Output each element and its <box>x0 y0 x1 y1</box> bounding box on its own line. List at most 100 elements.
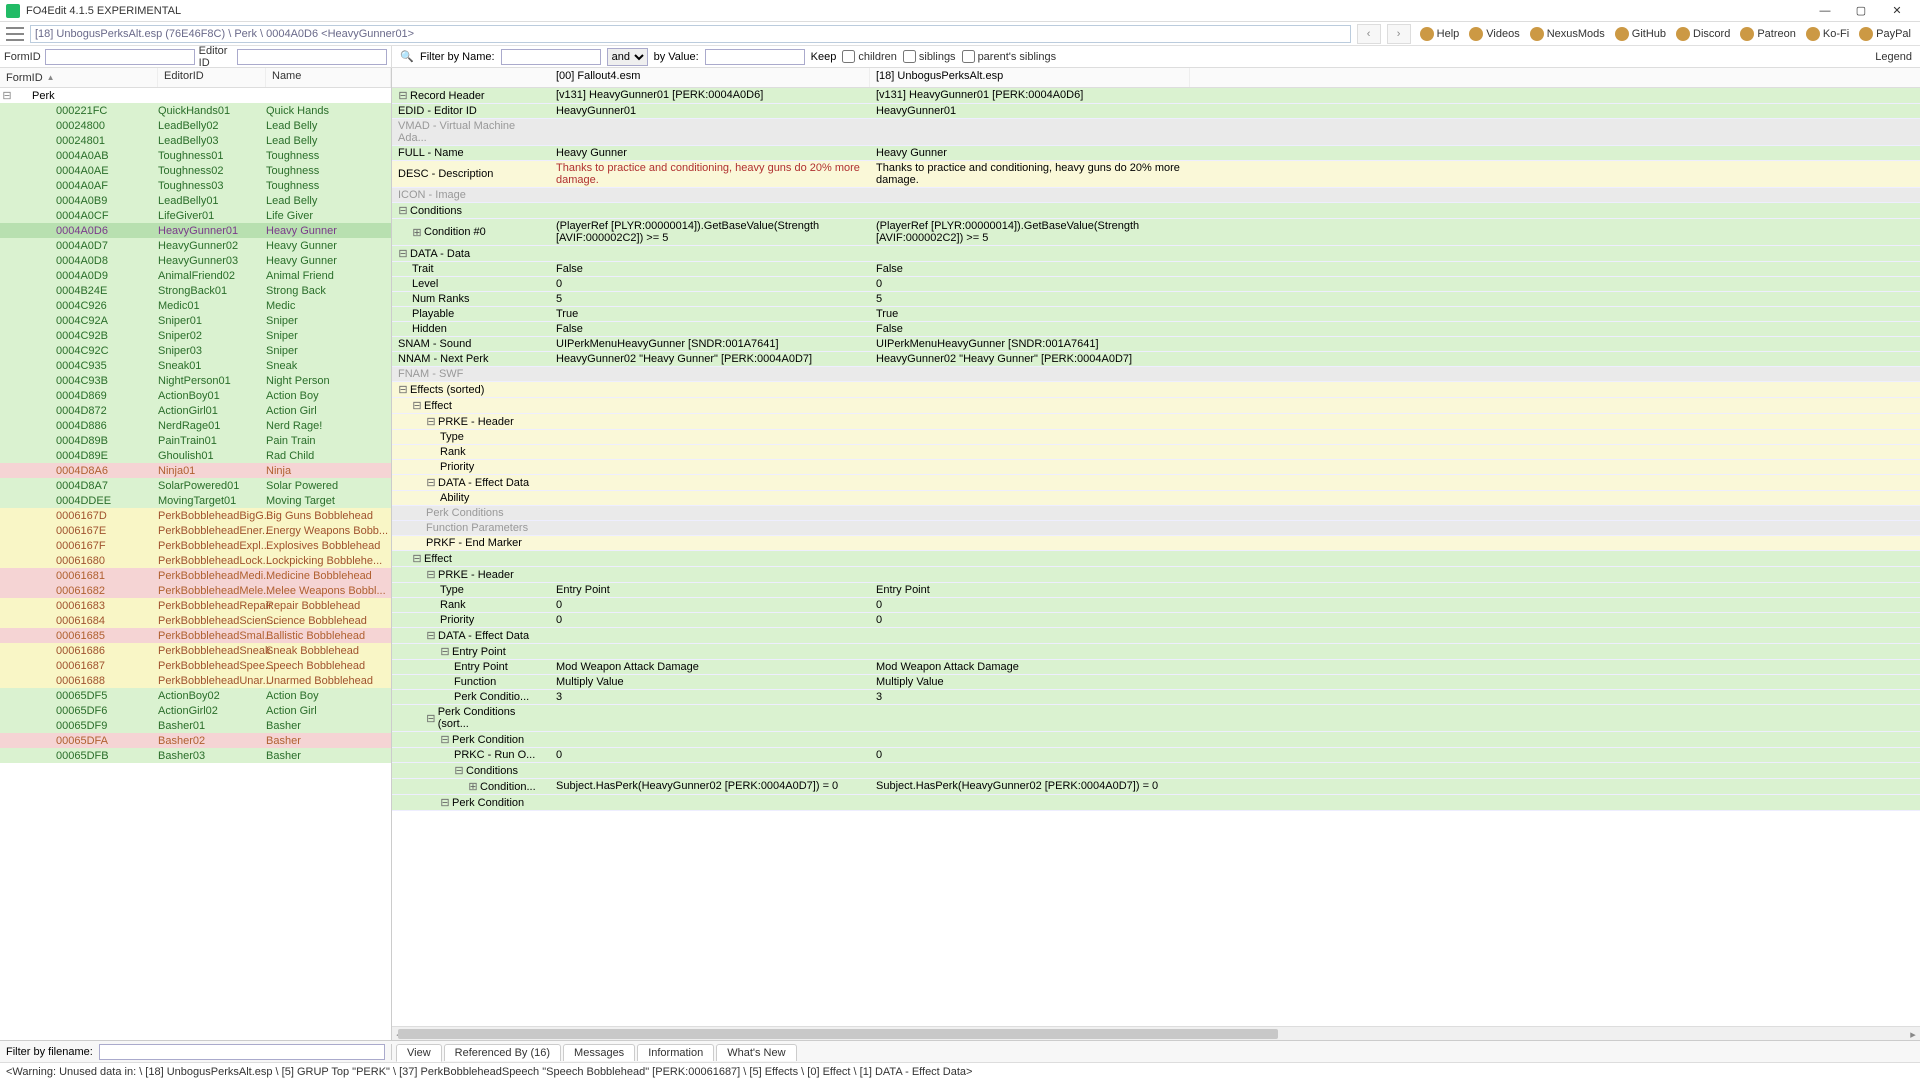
tree-row[interactable]: 0004A0D7HeavyGunner02Heavy Gunner <box>0 238 391 253</box>
toggle-icon[interactable]: ⊟ <box>398 89 408 102</box>
keep-parentsib-chk[interactable] <box>962 50 975 63</box>
grid-row[interactable]: ⊟Conditions <box>392 203 1920 219</box>
toggle-icon[interactable]: ⊟ <box>426 629 436 642</box>
grid-row[interactable]: ⊟Perk Condition <box>392 732 1920 748</box>
menu-icon[interactable] <box>6 27 24 41</box>
grid-row[interactable]: ⊞Condition...Subject.HasPerk(HeavyGunner… <box>392 779 1920 795</box>
tree-row[interactable]: 0004C926Medic01Medic <box>0 298 391 313</box>
tree-row[interactable]: 00061680PerkBobbleheadLock...Lockpicking… <box>0 553 391 568</box>
filter-filename-input[interactable] <box>99 1044 385 1060</box>
legend-button[interactable]: Legend <box>1875 51 1912 63</box>
grid-row[interactable]: Entry PointMod Weapon Attack DamageMod W… <box>392 660 1920 675</box>
grid-row[interactable]: PlayableTrueTrue <box>392 307 1920 322</box>
link-github[interactable]: GitHub <box>1612 27 1669 41</box>
nav-back-button[interactable]: ‹ <box>1357 24 1381 44</box>
tab-messages[interactable]: Messages <box>563 1044 635 1061</box>
toggle-icon[interactable]: ⊟ <box>398 204 408 217</box>
grid-row[interactable]: ⊟Effect <box>392 398 1920 414</box>
grid-row[interactable]: ⊟Effects (sorted) <box>392 382 1920 398</box>
grid-row[interactable]: NNAM - Next PerkHeavyGunner02 "Heavy Gun… <box>392 352 1920 367</box>
tree-row[interactable]: 00061687PerkBobbleheadSpee...Speech Bobb… <box>0 658 391 673</box>
grid-row[interactable]: ⊞Condition #0(PlayerRef [PLYR:00000014])… <box>392 219 1920 246</box>
filter-op-select[interactable]: and <box>607 48 648 66</box>
grid-row[interactable]: Perk Conditions <box>392 506 1920 521</box>
toggle-icon[interactable]: ⊟ <box>454 764 464 777</box>
tree-row[interactable]: 0004D872ActionGirl01Action Girl <box>0 403 391 418</box>
grid-row[interactable]: ⊟PRKE - Header <box>392 414 1920 430</box>
col-editorid[interactable]: EditorID <box>158 68 266 87</box>
tree-row[interactable]: 0004D869ActionBoy01Action Boy <box>0 388 391 403</box>
tree-row[interactable]: 0004D8A7SolarPowered01Solar Powered <box>0 478 391 493</box>
tree-row[interactable]: 0004A0D6HeavyGunner01Heavy Gunner <box>0 223 391 238</box>
grid-row[interactable]: Type <box>392 430 1920 445</box>
toggle-icon[interactable]: ⊟ <box>412 399 422 412</box>
grid-row[interactable]: Rank <box>392 445 1920 460</box>
grid-row[interactable]: Level00 <box>392 277 1920 292</box>
scroll-right-icon[interactable]: ▸ <box>1906 1027 1920 1041</box>
grid-row[interactable]: VMAD - Virtual Machine Ada... <box>392 119 1920 146</box>
tree-row[interactable]: 00061683PerkBobbleheadRepairRepair Bobbl… <box>0 598 391 613</box>
grid-row[interactable]: ⊟Entry Point <box>392 644 1920 660</box>
grid-row[interactable]: TypeEntry PointEntry Point <box>392 583 1920 598</box>
grid-row[interactable]: HiddenFalseFalse <box>392 322 1920 337</box>
grid-row[interactable]: ⊟DATA - Effect Data <box>392 475 1920 491</box>
minimize-button[interactable]: — <box>1808 1 1842 21</box>
tree-row[interactable]: 00061685PerkBobbleheadSmal...Ballistic B… <box>0 628 391 643</box>
tree-row[interactable]: 00061686PerkBobbleheadSneakSneak Bobbleh… <box>0 643 391 658</box>
tree-row[interactable]: 00065DF9Basher01Basher <box>0 718 391 733</box>
tree-row[interactable]: 0004C92BSniper02Sniper <box>0 328 391 343</box>
tab-view[interactable]: View <box>396 1044 442 1062</box>
grid-row[interactable]: FunctionMultiply ValueMultiply Value <box>392 675 1920 690</box>
grid-row[interactable]: ICON - Image <box>392 188 1920 203</box>
tree-row[interactable]: 0004C935Sneak01Sneak <box>0 358 391 373</box>
tree-row[interactable]: 0004A0ABToughness01Toughness <box>0 148 391 163</box>
grid-row[interactable]: ⊟Conditions <box>392 763 1920 779</box>
toggle-icon[interactable]: ⊟ <box>426 568 436 581</box>
tree-row[interactable]: 0006167DPerkBobbleheadBigG...Big Guns Bo… <box>0 508 391 523</box>
toggle-icon[interactable]: ⊟ <box>426 415 436 428</box>
scroll-thumb[interactable] <box>398 1029 1278 1039</box>
grid-row[interactable]: ⊟DATA - Data <box>392 246 1920 262</box>
tree-row[interactable]: 00024800LeadBelly02Lead Belly <box>0 118 391 133</box>
tree-row[interactable]: 000221FCQuickHands01Quick Hands <box>0 103 391 118</box>
tree-row[interactable]: 00065DF5ActionBoy02Action Boy <box>0 688 391 703</box>
grid-row[interactable]: ⊟Record Header[v131] HeavyGunner01 [PERK… <box>392 88 1920 104</box>
path-box[interactable]: [18] UnbogusPerksAlt.esp (76E46F8C) \ Pe… <box>30 25 1351 43</box>
tree-row[interactable]: 0004A0B9LeadBelly01Lead Belly <box>0 193 391 208</box>
link-help[interactable]: Help <box>1417 27 1463 41</box>
tree-row[interactable]: 00061681PerkBobbleheadMedi...Medicine Bo… <box>0 568 391 583</box>
grid-row[interactable]: Ability <box>392 491 1920 506</box>
grid-row[interactable]: FNAM - SWF <box>392 367 1920 382</box>
grid-row[interactable]: ⊟Effect <box>392 551 1920 567</box>
link-nexusmods[interactable]: NexusMods <box>1527 27 1608 41</box>
grid-row[interactable]: DESC - DescriptionThanks to practice and… <box>392 161 1920 188</box>
toggle-icon[interactable]: ⊟ <box>426 712 436 725</box>
grid-row[interactable]: TraitFalseFalse <box>392 262 1920 277</box>
maximize-button[interactable]: ▢ <box>1844 1 1878 21</box>
tree-row[interactable]: 00061682PerkBobbleheadMele...Melee Weapo… <box>0 583 391 598</box>
toggle-icon[interactable]: ⊞ <box>412 226 422 239</box>
grid-row[interactable]: ⊟DATA - Effect Data <box>392 628 1920 644</box>
tree-row[interactable]: 0004C92CSniper03Sniper <box>0 343 391 358</box>
toggle-icon[interactable]: ⊟ <box>440 733 450 746</box>
toggle-icon[interactable]: ⊞ <box>468 780 478 793</box>
grid-row[interactable]: Priority00 <box>392 613 1920 628</box>
tree-row[interactable]: 0004D886NerdRage01Nerd Rage! <box>0 418 391 433</box>
close-button[interactable]: ✕ <box>1880 1 1914 21</box>
tree-row[interactable]: 0006167FPerkBobbleheadExpl...Explosives … <box>0 538 391 553</box>
formid-input[interactable] <box>45 49 195 65</box>
grid-row[interactable]: SNAM - SoundUIPerkMenuHeavyGunner [SNDR:… <box>392 337 1920 352</box>
grid-row[interactable]: Rank00 <box>392 598 1920 613</box>
link-patreon[interactable]: Patreon <box>1737 27 1799 41</box>
filter-name-input[interactable] <box>501 49 601 65</box>
keep-children-chk[interactable] <box>842 50 855 63</box>
link-ko-fi[interactable]: Ko-Fi <box>1803 27 1852 41</box>
toggle-icon[interactable]: ⊟ <box>398 383 408 396</box>
tree-row[interactable]: 0004A0CFLifeGiver01Life Giver <box>0 208 391 223</box>
tree-row[interactable]: 0004D8A6Ninja01Ninja <box>0 463 391 478</box>
grid-row[interactable]: PRKF - End Marker <box>392 536 1920 551</box>
tree-row[interactable]: 00061684PerkBobbleheadScien...Science Bo… <box>0 613 391 628</box>
grid-row[interactable]: ⊟Perk Condition <box>392 795 1920 811</box>
toggle-icon[interactable]: ⊟ <box>440 796 450 809</box>
editorid-input[interactable] <box>237 49 387 65</box>
